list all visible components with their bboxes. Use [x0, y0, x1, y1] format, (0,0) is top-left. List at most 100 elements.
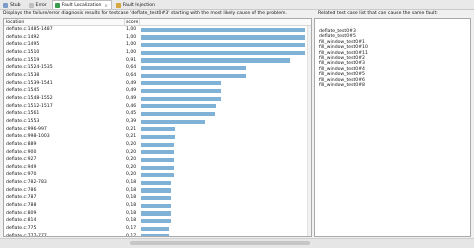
table-row[interactable]: deflate.c:1524-1535 0,64 — [4, 64, 311, 72]
close-icon[interactable]: × — [104, 3, 107, 8]
location-cell: deflate.c:788 — [6, 203, 37, 209]
error-icon — [28, 2, 34, 8]
horizontal-scrollbar[interactable] — [0, 238, 474, 248]
related-tests-panel: deflate_test0#3 deflate_test0#5 fill_windo… — [314, 18, 471, 237]
score-bar — [141, 211, 171, 216]
score-cell: 1,00 — [126, 34, 137, 40]
location-cell: deflate.c:1519 — [6, 57, 40, 63]
table-row[interactable]: deflate.c:1553 0,39 — [4, 118, 311, 126]
fault-localization-table: location score deflate.c:1485-1487 1,00 de… — [3, 18, 312, 237]
tab-label: Fault Localization — [61, 2, 102, 8]
score-cell: 0,46 — [126, 103, 137, 109]
table-row[interactable]: deflate.c:1492 1,00 — [4, 34, 311, 42]
score-cell: 0,18 — [126, 195, 137, 201]
table-row[interactable]: deflate.c:1495 1,00 — [4, 41, 311, 49]
table-header: location score — [4, 19, 311, 26]
table-row[interactable]: deflate.c:1485-1487 1,00 — [4, 26, 311, 34]
table-row[interactable]: deflate.c:775 0,17 — [4, 225, 311, 233]
related-tests-title: Related test case list that can cause th… — [318, 11, 438, 16]
table-row[interactable]: deflate.c:889 0,20 — [4, 141, 311, 149]
location-cell: deflate.c:998-1003 — [6, 134, 50, 140]
table-row[interactable]: deflate.c:927 0,20 — [4, 156, 311, 164]
score-bar — [141, 119, 205, 124]
location-cell: deflate.c:1561 — [6, 111, 40, 117]
table-body: deflate.c:1485-1487 1,00 deflate.c:1492 1,0… — [4, 26, 311, 236]
table-row[interactable]: deflate.c:1561 0,45 — [4, 110, 311, 118]
fault-localization-icon — [54, 2, 60, 8]
score-bar — [141, 173, 174, 178]
location-cell: deflate.c:970 — [6, 172, 37, 178]
table-row[interactable]: deflate.c:900 0,20 — [4, 149, 311, 157]
score-cell: 1,00 — [126, 42, 137, 48]
diagnosis-description: Displays the failure/error diagnosis res… — [3, 11, 287, 16]
column-divider[interactable] — [124, 19, 125, 25]
score-bar — [141, 180, 171, 185]
table-row[interactable]: deflate.c:809 0,18 — [4, 210, 311, 218]
table-row[interactable]: deflate.c:814 0,18 — [4, 217, 311, 225]
location-cell: deflate.c:1539-1541 — [6, 80, 53, 86]
column-header-score[interactable]: score — [126, 20, 138, 25]
related-test-item[interactable]: fill_window_test0#10 — [319, 45, 375, 50]
score-bar — [141, 104, 217, 109]
view-tab-bar: Stub Error Fault Localization × Fault Inject… — [0, 0, 474, 10]
score-bar — [141, 142, 174, 147]
table-row[interactable]: deflate.c:1519 0,91 — [4, 57, 311, 65]
score-bar — [141, 50, 305, 55]
location-cell: deflate.c:1510 — [6, 49, 40, 55]
location-cell: deflate.c:889 — [6, 141, 37, 147]
score-cell: 0,21 — [126, 134, 137, 140]
related-test-item[interactable]: fill_window_test0#8 — [319, 83, 375, 88]
location-cell: deflate.c:809 — [6, 210, 37, 216]
location-cell: deflate.c:775 — [6, 226, 37, 232]
score-bar — [141, 73, 246, 78]
location-cell: deflate.c:1524-1535 — [6, 65, 53, 71]
score-cell: 0,64 — [126, 65, 137, 71]
table-row[interactable]: deflate.c:788 0,18 — [4, 202, 311, 210]
tab-error[interactable]: Error — [26, 0, 51, 9]
table-row[interactable]: deflate.c:970 0,20 — [4, 171, 311, 179]
location-cell: deflate.c:1548-1552 — [6, 95, 53, 101]
score-cell: 0,20 — [126, 141, 137, 147]
score-bar — [141, 88, 222, 94]
location-cell: deflate.c:900 — [6, 149, 37, 155]
table-row[interactable]: deflate.c:787 0,18 — [4, 194, 311, 202]
score-cell: 0,91 — [126, 57, 137, 63]
fault-injection-icon — [115, 2, 121, 8]
location-cell: deflate.c:1485-1487 — [6, 27, 53, 32]
score-bar — [141, 35, 305, 40]
vertical-scrollbar[interactable] — [307, 26, 311, 236]
column-header-location[interactable]: location — [6, 20, 24, 25]
tab-fault-localization[interactable]: Fault Localization × — [51, 0, 112, 9]
table-row[interactable]: deflate.c:996-997 0,21 — [4, 126, 311, 134]
table-row[interactable]: deflate.c:786 0,18 — [4, 187, 311, 195]
horizontal-scroll-thumb[interactable] — [130, 241, 310, 245]
stub-icon — [3, 2, 8, 8]
table-row[interactable]: deflate.c:1538 0,64 — [4, 72, 311, 80]
score-bar — [141, 234, 169, 236]
score-cell: 0,49 — [126, 80, 137, 86]
score-bar — [141, 150, 174, 155]
table-row[interactable]: deflate.c:1545 0,49 — [4, 87, 311, 95]
score-cell: 0,18 — [126, 210, 137, 216]
score-bar — [141, 65, 246, 71]
table-row[interactable]: deflate.c:1510 1,00 — [4, 49, 311, 57]
score-cell: 0,18 — [126, 187, 137, 193]
column-divider[interactable] — [139, 19, 140, 25]
score-bar — [141, 43, 305, 48]
tab-fault-injection[interactable]: Fault Injection — [113, 0, 159, 9]
table-row[interactable]: deflate.c:1548-1552 0,49 — [4, 95, 311, 103]
table-row[interactable]: deflate.c:1539-1541 0,49 — [4, 80, 311, 88]
table-row[interactable]: deflate.c:1512-1517 0,46 — [4, 103, 311, 111]
table-row[interactable]: deflate.c:777-777 0,17 — [4, 233, 311, 236]
score-bar — [141, 196, 171, 201]
score-bar — [141, 111, 215, 117]
tab-stub[interactable]: Stub — [0, 0, 25, 9]
table-row[interactable]: deflate.c:782-783 0,18 — [4, 179, 311, 187]
score-cell: 1,00 — [126, 27, 137, 32]
tab-label: Fault Injection — [122, 2, 155, 8]
location-cell: deflate.c:814 — [6, 218, 37, 224]
table-row[interactable]: deflate.c:949 0,20 — [4, 164, 311, 172]
score-cell: 0,20 — [126, 149, 137, 155]
table-row[interactable]: deflate.c:998-1003 0,21 — [4, 133, 311, 141]
location-cell: deflate.c:782-783 — [6, 180, 47, 186]
